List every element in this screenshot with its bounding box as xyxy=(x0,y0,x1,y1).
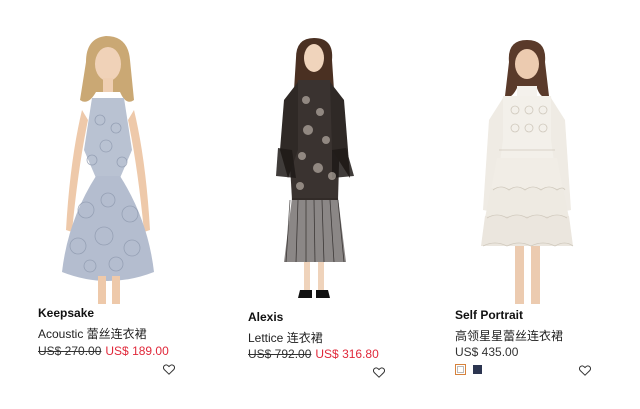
product-card-self-portrait[interactable]: Self Portrait 高领星星蕾丝连衣裙 US$ 435.00 xyxy=(425,0,625,409)
original-price: US$ 792.00 xyxy=(248,347,312,361)
product-card-alexis[interactable]: Alexis Lettice 连衣裙 US$ 792.00 US$ 316.80 xyxy=(218,0,418,409)
heart-outline-icon[interactable] xyxy=(163,364,175,375)
product-description[interactable]: Lettice 连衣裙 xyxy=(248,329,323,346)
product-description[interactable]: Acoustic 蕾丝连衣裙 xyxy=(38,325,147,342)
swatch-fill xyxy=(473,365,482,374)
product-description[interactable]: 高领星星蕾丝连衣裙 xyxy=(455,327,563,344)
color-swatch-white[interactable] xyxy=(455,364,466,375)
product-image[interactable] xyxy=(8,0,208,304)
heart-outline-icon[interactable] xyxy=(579,365,591,376)
product-brand[interactable]: Alexis xyxy=(248,310,283,324)
product-brand[interactable]: Self Portrait xyxy=(455,308,523,322)
product-image[interactable] xyxy=(425,0,625,304)
original-price: US$ 270.00 xyxy=(38,344,102,358)
color-swatch-navy[interactable] xyxy=(473,365,482,374)
product-price-row: US$ 270.00 US$ 189.00 xyxy=(38,344,169,358)
product-brand[interactable]: Keepsake xyxy=(38,306,94,320)
swatch-fill xyxy=(457,366,464,373)
heart-outline-icon[interactable] xyxy=(373,367,385,378)
product-image[interactable] xyxy=(218,0,418,304)
sale-price: US$ 189.00 xyxy=(105,344,169,358)
product-price-row: US$ 792.00 US$ 316.80 xyxy=(248,347,379,361)
product-price-row: US$ 435.00 xyxy=(455,345,518,359)
sale-price: US$ 316.80 xyxy=(315,347,379,361)
product-price: US$ 435.00 xyxy=(455,345,519,359)
product-card-keepsake[interactable]: Keepsake Acoustic 蕾丝连衣裙 US$ 270.00 US$ 18… xyxy=(8,0,208,409)
